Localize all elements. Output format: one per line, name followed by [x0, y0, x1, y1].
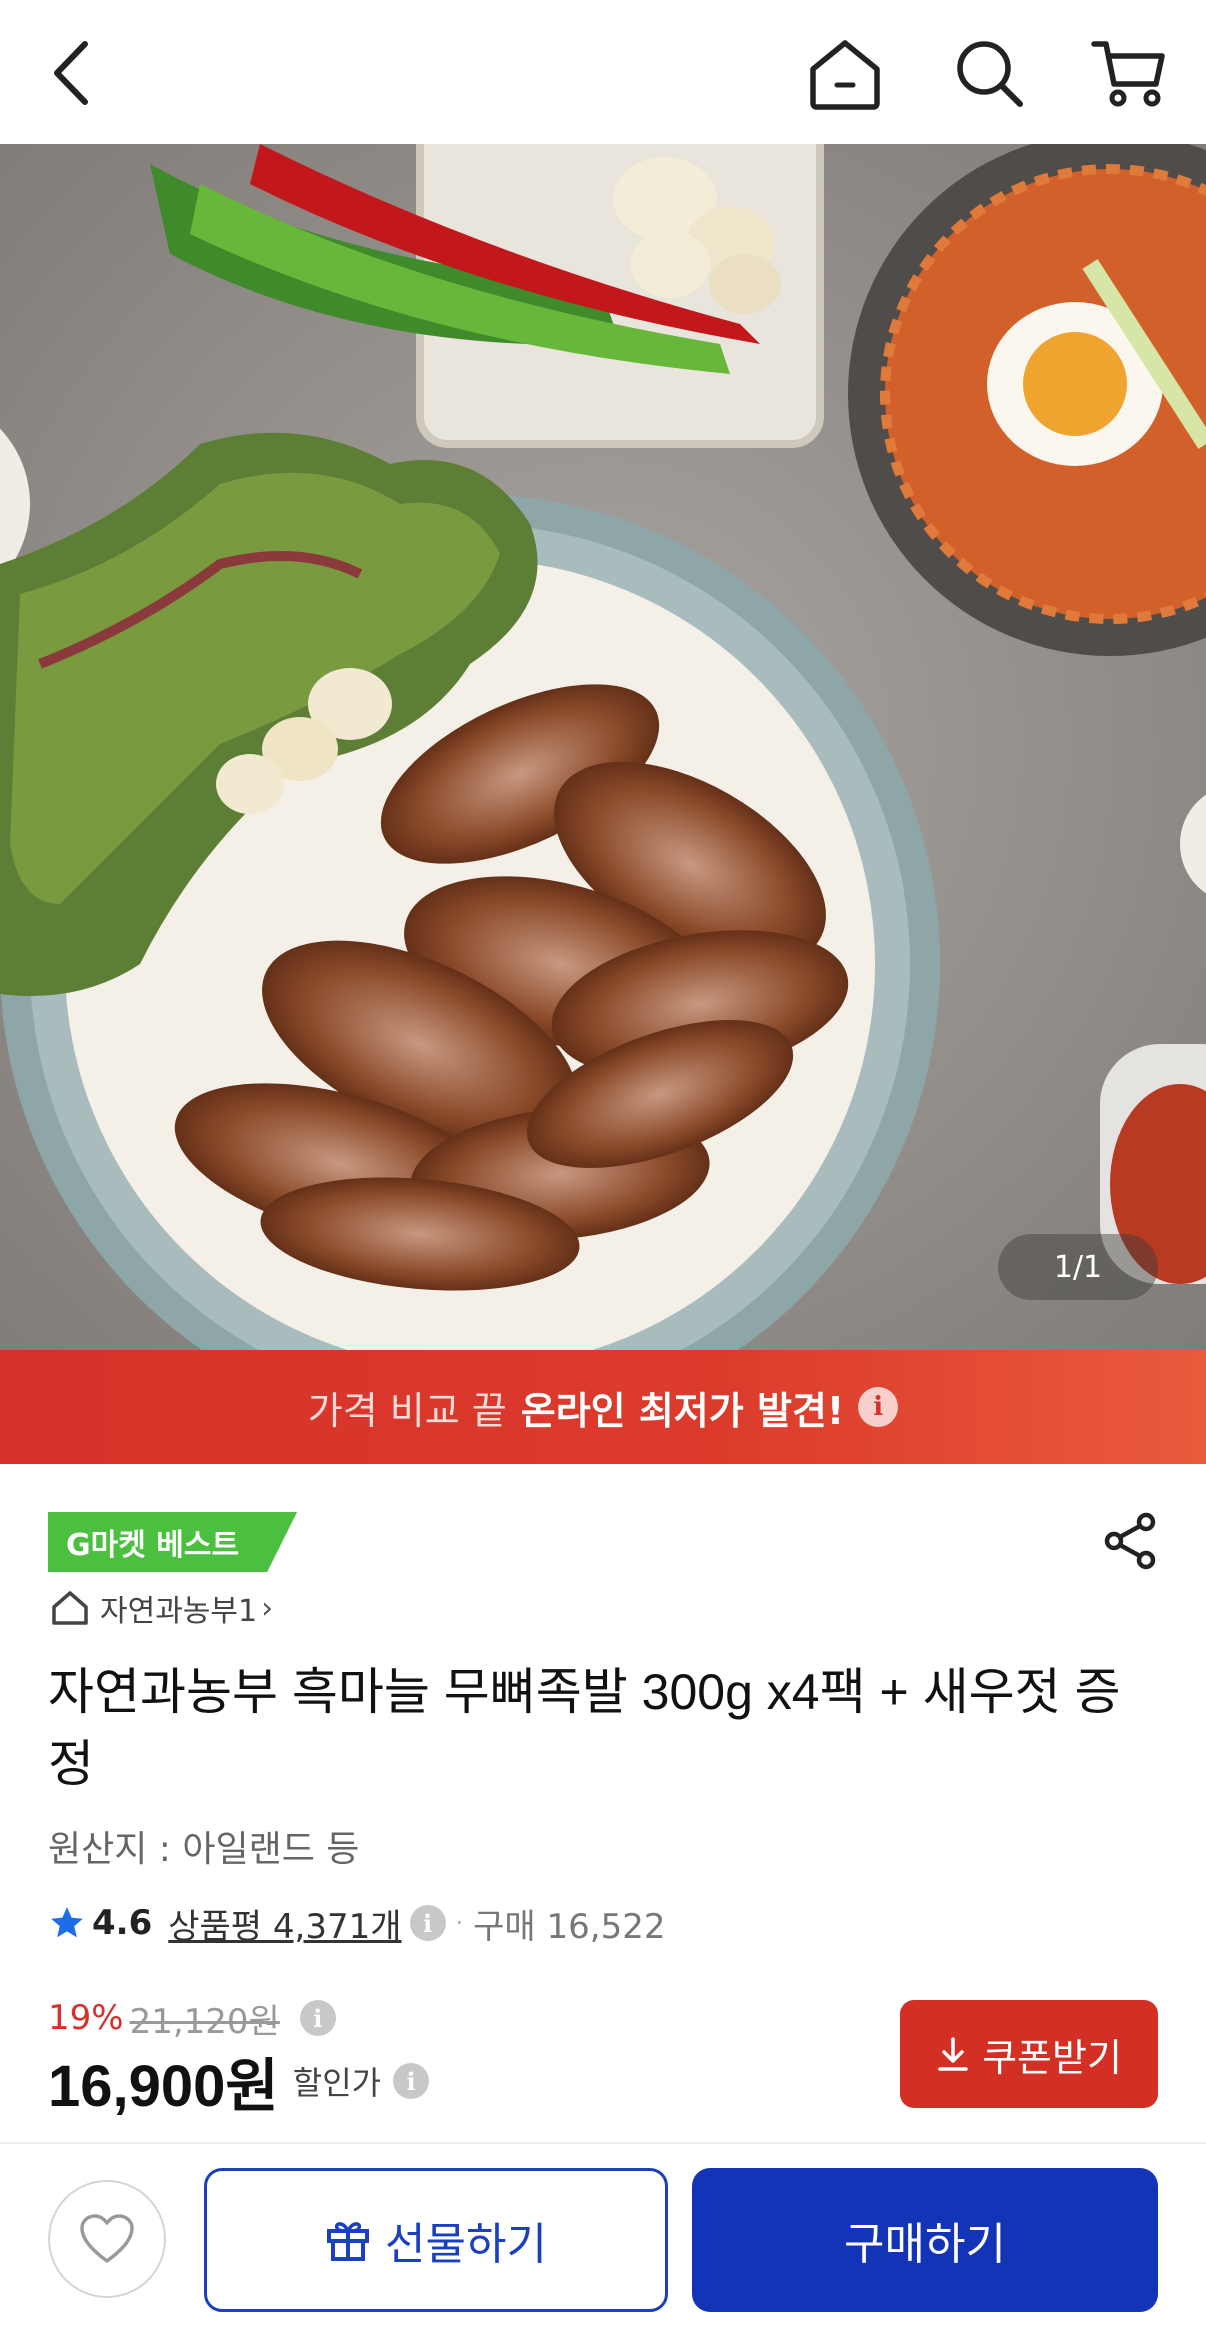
- original-price: 21,120원: [129, 2001, 280, 2042]
- info-icon[interactable]: i: [393, 2063, 430, 2099]
- star-icon: [51, 1907, 83, 1938]
- info-icon[interactable]: i: [299, 2000, 336, 2036]
- sale-price: 16,900원: [48, 2054, 279, 2119]
- promo-text-bold: 온라인 최저가 발견!: [520, 1388, 845, 1433]
- discount-row: 19% 21,120원 i: [48, 1996, 336, 2042]
- search-icon: [957, 41, 1023, 107]
- wishlist-button[interactable]: [48, 2180, 166, 2298]
- bottom-action-bar: 선물하기 구매하기: [0, 2142, 1206, 2334]
- info-icon[interactable]: i: [409, 1905, 446, 1941]
- share-icon: [1104, 1512, 1156, 1570]
- lowest-price-banner[interactable]: 가격 비교 끝 온라인 최저가 발견! i: [0, 1350, 1206, 1464]
- download-icon: [938, 2037, 968, 2071]
- purchase-count: 구매 16,522: [473, 1906, 666, 1947]
- discount-percent: 19%: [48, 1998, 124, 2038]
- cart-icon: [1091, 41, 1165, 107]
- rating-row: 4.6 상품평 4,371개 i · 구매 16,522: [48, 1898, 665, 1948]
- coupon-button[interactable]: 쿠폰받기: [900, 2000, 1158, 2108]
- chevron-left-icon: [54, 41, 88, 105]
- back-button[interactable]: [26, 28, 116, 118]
- product-photo-illustration: [0, 144, 1206, 1350]
- share-button[interactable]: [1094, 1505, 1166, 1577]
- gift-icon: [327, 2222, 370, 2261]
- coupon-label: 쿠폰받기: [982, 2035, 1122, 2080]
- seller-link[interactable]: 자연과농부1 ›: [50, 1586, 273, 1630]
- home-button[interactable]: [800, 28, 890, 118]
- rating-score: 4.6: [92, 1903, 153, 1943]
- search-button[interactable]: [944, 28, 1034, 118]
- promo-text-light: 가격 비교 끝: [307, 1388, 507, 1433]
- seller-name: 자연과농부1: [100, 1594, 258, 1629]
- product-image[interactable]: 1/1: [0, 144, 1206, 1350]
- best-badge: G마켓 베스트: [48, 1512, 298, 1572]
- gift-button[interactable]: 선물하기: [204, 2168, 668, 2312]
- info-icon[interactable]: i: [858, 1387, 899, 1427]
- price-row: 16,900원 할인가 i: [48, 2046, 430, 2119]
- origin-info: 원산지 : 아일랜드 등: [48, 1829, 360, 1870]
- buy-button[interactable]: 구매하기: [692, 2168, 1158, 2312]
- separator-dot: ·: [455, 1909, 464, 1937]
- chevron-right-icon: ›: [261, 1590, 274, 1626]
- buy-label: 구매하기: [844, 2219, 1006, 2270]
- store-home-icon: [52, 1591, 88, 1625]
- heart-icon: [80, 2214, 134, 2263]
- home-icon: [810, 40, 880, 110]
- reviews-link[interactable]: 상품평 4,371개: [168, 1899, 401, 1948]
- gift-label: 선물하기: [385, 2219, 547, 2270]
- top-nav-bar: [0, 0, 1206, 144]
- cart-button[interactable]: [1084, 28, 1174, 118]
- product-title: 자연과농부 흑마늘 무뼈족발 300g x4팩 + 새우젓 증정: [48, 1664, 1121, 1792]
- sale-price-label: 할인가: [292, 2064, 382, 2102]
- image-counter: 1/1: [998, 1234, 1158, 1300]
